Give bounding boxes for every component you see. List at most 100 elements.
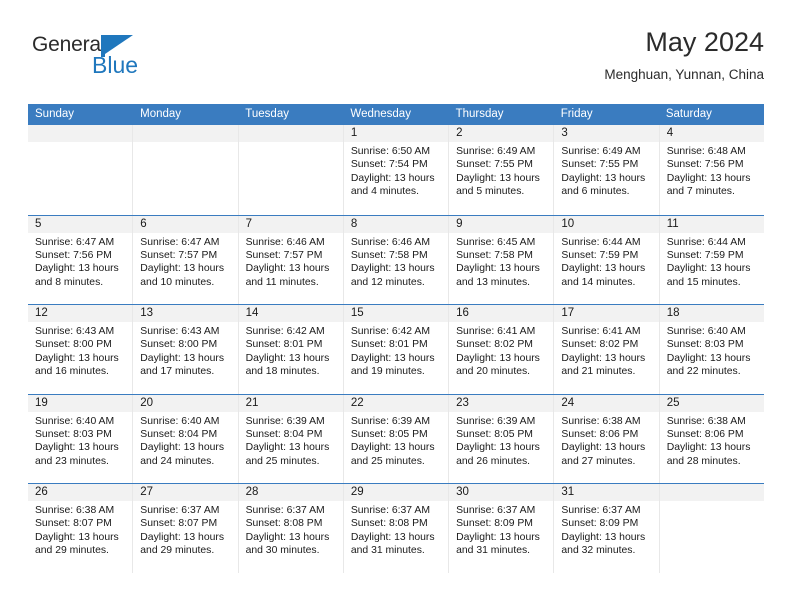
day-number	[238, 125, 343, 142]
day-cell[interactable]: 14 Sunrise: 6:42 AM Sunset: 8:01 PM Dayligh…	[237, 305, 343, 394]
daylight-text-line2: and 17 minutes.	[140, 366, 215, 378]
day-cell[interactable]: 5 Sunrise: 6:47 AM Sunset: 7:56 PM Daylight…	[28, 215, 133, 304]
day-number: 23	[449, 394, 554, 412]
weekday-header-row: Sunday Monday Tuesday Wednesday Thursday Frid…	[28, 104, 764, 125]
day-cell[interactable]: 29 Sunrise: 6:37 AM Sunset: 8:08 PM Dayligh…	[342, 484, 449, 573]
day-cell[interactable]: 25 Sunrise: 6:38 AM Sunset: 8:06 PM Dayligh…	[658, 394, 764, 483]
daylight-text-line1: Daylight: 13 hours	[456, 442, 540, 454]
day-number: 2	[449, 125, 554, 142]
day-info: Sunrise: 6:46 AM Sunset: 7:57 PM Daylight:…	[239, 233, 343, 290]
day-cell[interactable]: 12 Sunrise: 6:43 AM Sunset: 8:00 PM Dayligh…	[28, 305, 133, 394]
daylight-text-line1: Daylight: 13 hours	[350, 172, 435, 184]
sunrise-text: Sunrise: 6:39 AM	[350, 415, 430, 427]
day-cell[interactable]: 23 Sunrise: 6:39 AM Sunset: 8:05 PM Dayligh…	[448, 394, 554, 483]
day-cell[interactable]: 4 Sunrise: 6:48 AM Sunset: 7:56 PM Daylight…	[658, 125, 764, 215]
day-info: Sunrise: 6:39 AM Sunset: 8:05 PM Daylight:…	[344, 412, 448, 469]
day-number: 29	[343, 484, 449, 501]
day-cell[interactable]: 7 Sunrise: 6:46 AM Sunset: 7:57 PM Daylight…	[237, 215, 343, 304]
daylight-text-line1: Daylight: 13 hours	[561, 442, 646, 454]
sunset-text: Sunset: 8:07 PM	[140, 518, 218, 530]
day-number: 28	[238, 484, 343, 501]
daylight-text-line2: and 30 minutes.	[245, 545, 320, 557]
sunrise-text: Sunrise: 6:48 AM	[666, 146, 746, 157]
day-info: Sunrise: 6:41 AM Sunset: 8:02 PM Daylight:…	[449, 322, 553, 379]
daylight-text-line2: and 8 minutes.	[35, 276, 104, 288]
day-cell-empty	[132, 125, 238, 215]
day-cell[interactable]: 8 Sunrise: 6:46 AM Sunset: 7:58 PM Daylight…	[342, 215, 449, 304]
general-blue-logo[interactable]: General Blue	[32, 34, 162, 86]
day-cell[interactable]: 24 Sunrise: 6:38 AM Sunset: 8:06 PM Dayligh…	[553, 394, 659, 483]
daylight-text-line2: and 31 minutes.	[350, 545, 425, 557]
daylight-text-line1: Daylight: 13 hours	[456, 263, 540, 275]
daylight-text-line2: and 29 minutes.	[140, 545, 215, 557]
day-cell[interactable]: 30 Sunrise: 6:37 AM Sunset: 8:09 PM Dayligh…	[448, 484, 554, 573]
daylight-text-line2: and 24 minutes.	[140, 455, 215, 467]
daylight-text-line1: Daylight: 13 hours	[350, 352, 435, 364]
daylight-text-line1: Daylight: 13 hours	[35, 531, 119, 543]
sunset-text: Sunset: 7:56 PM	[35, 249, 112, 261]
daylight-text-line2: and 18 minutes.	[245, 366, 320, 378]
day-cell[interactable]: 20 Sunrise: 6:40 AM Sunset: 8:04 PM Dayligh…	[132, 394, 238, 483]
day-cell[interactable]: 10 Sunrise: 6:44 AM Sunset: 7:59 PM Dayligh…	[553, 215, 659, 304]
day-cell[interactable]: 9 Sunrise: 6:45 AM Sunset: 7:58 PM Daylight…	[448, 215, 554, 304]
day-cell[interactable]: 17 Sunrise: 6:41 AM Sunset: 8:02 PM Dayligh…	[553, 305, 659, 394]
daylight-text-line1: Daylight: 13 hours	[561, 352, 646, 364]
day-cell[interactable]: 3 Sunrise: 6:49 AM Sunset: 7:55 PM Daylight…	[553, 125, 659, 215]
day-cell-empty	[658, 484, 764, 573]
day-number: 22	[343, 394, 449, 412]
day-cell[interactable]: 21 Sunrise: 6:39 AM Sunset: 8:04 PM Dayligh…	[237, 394, 343, 483]
daylight-text-line1: Daylight: 13 hours	[140, 263, 225, 275]
day-cell[interactable]: 19 Sunrise: 6:40 AM Sunset: 8:03 PM Dayligh…	[28, 394, 133, 483]
daylight-text-line2: and 15 minutes.	[666, 276, 741, 288]
daylight-text-line2: and 4 minutes.	[350, 186, 420, 198]
day-cell[interactable]: 1 Sunrise: 6:50 AM Sunset: 7:54 PM Daylight…	[342, 125, 449, 215]
daylight-text-line1: Daylight: 13 hours	[666, 172, 751, 184]
daylight-text-line1: Daylight: 13 hours	[666, 352, 751, 364]
day-cell[interactable]: 28 Sunrise: 6:37 AM Sunset: 8:08 PM Dayligh…	[237, 484, 343, 573]
day-info: Sunrise: 6:38 AM Sunset: 8:06 PM Daylight:…	[660, 412, 764, 469]
daylight-text-line2: and 7 minutes.	[666, 186, 735, 198]
day-number	[659, 484, 764, 501]
sunset-text: Sunset: 8:02 PM	[456, 339, 533, 351]
weekday-header-tuesday: Tuesday	[245, 108, 289, 120]
day-cell[interactable]: 13 Sunrise: 6:43 AM Sunset: 8:00 PM Dayligh…	[132, 305, 238, 394]
day-info: Sunrise: 6:44 AM Sunset: 7:59 PM Daylight:…	[554, 233, 658, 290]
sunrise-text: Sunrise: 6:43 AM	[140, 326, 220, 337]
day-info: Sunrise: 6:37 AM Sunset: 8:09 PM Daylight:…	[554, 501, 658, 558]
daylight-text-line1: Daylight: 13 hours	[245, 531, 330, 543]
day-number: 12	[28, 305, 133, 322]
sunrise-text: Sunrise: 6:40 AM	[35, 415, 115, 427]
daylight-text-line2: and 23 minutes.	[35, 455, 109, 467]
day-number: 11	[659, 215, 764, 233]
daylight-text-line2: and 26 minutes.	[456, 455, 531, 467]
sunrise-text: Sunrise: 6:37 AM	[456, 505, 536, 516]
day-cell[interactable]: 16 Sunrise: 6:41 AM Sunset: 8:02 PM Dayligh…	[448, 305, 554, 394]
day-number: 21	[238, 394, 343, 412]
day-info: Sunrise: 6:47 AM Sunset: 7:56 PM Daylight:…	[28, 233, 132, 290]
day-cell[interactable]: 6 Sunrise: 6:47 AM Sunset: 7:57 PM Daylight…	[132, 215, 238, 304]
day-info: Sunrise: 6:39 AM Sunset: 8:05 PM Daylight:…	[449, 412, 553, 469]
sunrise-text: Sunrise: 6:50 AM	[350, 146, 430, 157]
daylight-text-line1: Daylight: 13 hours	[140, 531, 225, 543]
sunrise-text: Sunrise: 6:40 AM	[140, 415, 220, 427]
day-cell[interactable]: 26 Sunrise: 6:38 AM Sunset: 8:07 PM Dayligh…	[28, 484, 133, 573]
sunset-text: Sunset: 8:03 PM	[35, 428, 112, 440]
sunset-text: Sunset: 7:55 PM	[456, 159, 533, 171]
day-cell[interactable]: 22 Sunrise: 6:39 AM Sunset: 8:05 PM Dayligh…	[342, 394, 449, 483]
day-info: Sunrise: 6:42 AM Sunset: 8:01 PM Daylight:…	[239, 322, 343, 379]
day-cell-empty	[28, 125, 133, 215]
sunset-text: Sunset: 8:00 PM	[140, 339, 218, 351]
page-title: May 2024	[645, 27, 764, 57]
day-cell[interactable]: 2 Sunrise: 6:49 AM Sunset: 7:55 PM Daylight…	[448, 125, 554, 215]
day-cell[interactable]: 18 Sunrise: 6:40 AM Sunset: 8:03 PM Dayligh…	[658, 305, 764, 394]
day-cell[interactable]: 27 Sunrise: 6:37 AM Sunset: 8:07 PM Dayligh…	[132, 484, 238, 573]
week-row: 26 Sunrise: 6:38 AM Sunset: 8:07 PM Dayligh…	[28, 483, 764, 573]
day-cell[interactable]: 31 Sunrise: 6:37 AM Sunset: 8:09 PM Dayligh…	[553, 484, 659, 573]
sunrise-text: Sunrise: 6:38 AM	[561, 415, 641, 427]
logo-text-blue: Blue	[92, 52, 139, 78]
week-row: 5 Sunrise: 6:47 AM Sunset: 7:56 PM Daylight…	[28, 214, 764, 304]
weekday-header-monday: Monday	[140, 108, 182, 120]
day-cell[interactable]: 11 Sunrise: 6:44 AM Sunset: 7:59 PM Dayligh…	[658, 215, 764, 304]
day-cell[interactable]: 15 Sunrise: 6:42 AM Sunset: 8:01 PM Dayligh…	[342, 305, 449, 394]
weekday-header-thursday: Thursday	[455, 108, 504, 120]
